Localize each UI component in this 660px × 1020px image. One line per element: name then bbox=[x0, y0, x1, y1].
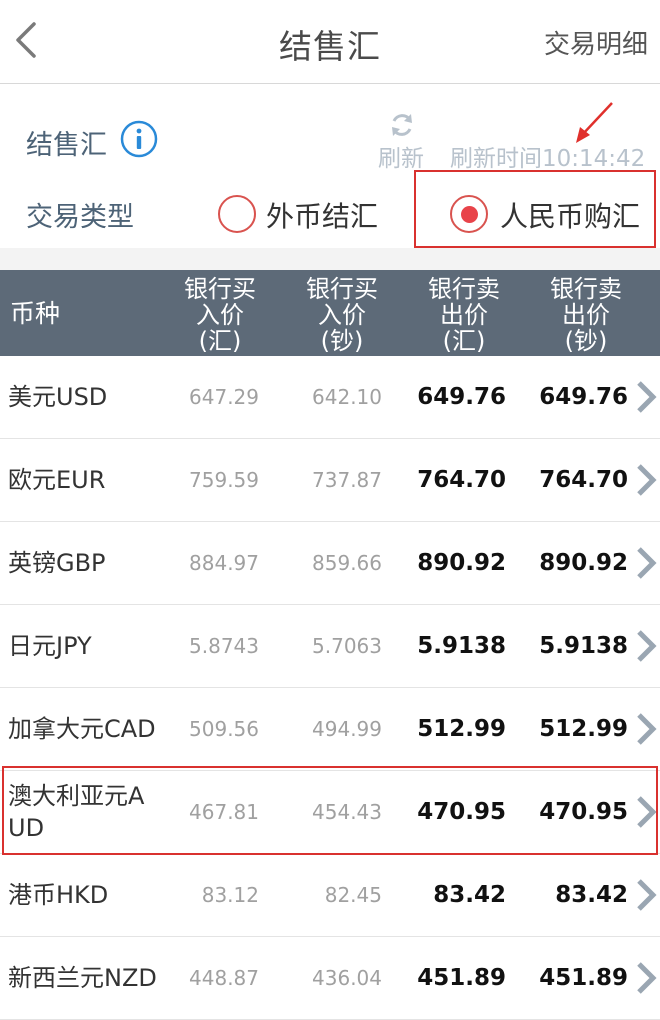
currency-name: 日元JPY bbox=[8, 632, 92, 660]
section-divider bbox=[0, 248, 660, 270]
bank-buy-tt: 5.8743 bbox=[189, 634, 259, 658]
bank-sell-tt: 512.99 bbox=[417, 716, 506, 742]
table-row[interactable]: 欧元EUR 759.59 737.87 764.70 764.70 bbox=[0, 439, 660, 522]
bank-buy-cash: 737.87 bbox=[312, 468, 382, 492]
chevron-right-icon[interactable] bbox=[632, 712, 658, 746]
transaction-detail-link[interactable]: 交易明细 bbox=[544, 24, 648, 61]
rate-table: 美元USD 647.29 642.10 649.76 649.76 欧元EUR … bbox=[0, 356, 660, 1020]
bank-buy-tt: 647.29 bbox=[189, 385, 259, 409]
refresh-icon[interactable] bbox=[388, 111, 416, 139]
bank-sell-cash: 764.70 bbox=[539, 467, 628, 493]
currency-name: 美元USD bbox=[8, 383, 108, 411]
bank-sell-tt: 649.76 bbox=[417, 384, 506, 410]
section-label: 结售汇 bbox=[26, 130, 107, 161]
bank-buy-tt: 759.59 bbox=[189, 468, 259, 492]
bank-sell-cash: 890.92 bbox=[539, 550, 628, 576]
bank-buy-tt: 448.87 bbox=[189, 966, 259, 990]
bank-sell-cash: 5.9138 bbox=[539, 633, 628, 659]
refresh-button-label[interactable]: 刷新 bbox=[378, 139, 424, 173]
chevron-right-icon[interactable] bbox=[632, 629, 658, 663]
bank-sell-cash: 83.42 bbox=[555, 882, 628, 908]
bank-sell-tt: 451.89 bbox=[417, 965, 506, 991]
table-header: 币种 银行买 入价 (汇) 银行买 入价 (钞) 银行卖 出价 (汇) 银行卖 出价 (钞) bbox=[0, 270, 660, 356]
header-bank-buy-tt: 银行买 入价 (汇) bbox=[184, 275, 256, 355]
currency-name: 新西兰元NZD bbox=[8, 964, 157, 992]
bank-sell-tt: 5.9138 bbox=[417, 633, 506, 659]
option-fx-settlement-label[interactable]: 外币结汇 bbox=[266, 195, 378, 235]
bank-buy-cash: 859.66 bbox=[312, 551, 382, 575]
table-row[interactable]: 港币HKD 83.12 82.45 83.42 83.42 bbox=[0, 854, 660, 937]
bank-sell-tt: 83.42 bbox=[433, 882, 506, 908]
header-bank-sell-tt: 银行卖 出价 (汇) bbox=[428, 275, 500, 355]
bank-buy-cash: 436.04 bbox=[312, 966, 382, 990]
table-row[interactable]: 日元JPY 5.8743 5.7063 5.9138 5.9138 bbox=[0, 605, 660, 688]
currency-name: 加拿大元CAD bbox=[8, 715, 156, 743]
currency-name: 港币HKD bbox=[8, 881, 109, 909]
bank-sell-cash: 512.99 bbox=[539, 716, 628, 742]
trade-type-label: 交易类型 bbox=[26, 202, 134, 233]
table-row[interactable]: 新西兰元NZD 448.87 436.04 451.89 451.89 bbox=[0, 937, 660, 1020]
chevron-right-icon[interactable] bbox=[632, 380, 658, 414]
bank-buy-tt: 83.12 bbox=[201, 883, 259, 907]
table-row[interactable]: 加拿大元CAD 509.56 494.99 512.99 512.99 bbox=[0, 688, 660, 771]
top-bar: 结售汇 交易明细 bbox=[0, 0, 660, 84]
radio-fx-settlement[interactable] bbox=[218, 195, 256, 233]
currency-name: 英镑GBP bbox=[8, 549, 106, 577]
bank-buy-cash: 494.99 bbox=[312, 717, 382, 741]
chevron-right-icon[interactable] bbox=[632, 546, 658, 580]
header-bank-sell-cash: 银行卖 出价 (钞) bbox=[550, 275, 622, 355]
table-row[interactable]: 美元USD 647.29 642.10 649.76 649.76 bbox=[0, 356, 660, 439]
controls-panel: 结售汇 刷新 刷新时间10:14:42 交易类型 外币结汇 人民币购汇 bbox=[0, 85, 660, 270]
annotation-highlight-box bbox=[414, 170, 656, 248]
bank-sell-cash: 649.76 bbox=[539, 384, 628, 410]
bank-buy-cash: 5.7063 bbox=[312, 634, 382, 658]
info-icon[interactable] bbox=[120, 120, 158, 158]
bank-buy-cash: 82.45 bbox=[324, 883, 382, 907]
bank-buy-tt: 884.97 bbox=[189, 551, 259, 575]
header-bank-buy-cash: 银行买 入价 (钞) bbox=[306, 275, 378, 355]
table-row[interactable]: 英镑GBP 884.97 859.66 890.92 890.92 bbox=[0, 522, 660, 605]
chevron-right-icon[interactable] bbox=[632, 878, 658, 912]
annotation-highlight-row bbox=[2, 766, 658, 855]
bank-buy-cash: 642.10 bbox=[312, 385, 382, 409]
bank-sell-tt: 890.92 bbox=[417, 550, 506, 576]
header-currency: 币种 bbox=[10, 299, 61, 328]
bank-sell-tt: 764.70 bbox=[417, 467, 506, 493]
currency-name: 欧元EUR bbox=[8, 466, 106, 494]
bank-buy-tt: 509.56 bbox=[189, 717, 259, 741]
chevron-right-icon[interactable] bbox=[632, 463, 658, 497]
chevron-right-icon[interactable] bbox=[632, 961, 658, 995]
bank-sell-cash: 451.89 bbox=[539, 965, 628, 991]
annotation-arrow-icon bbox=[576, 102, 613, 143]
